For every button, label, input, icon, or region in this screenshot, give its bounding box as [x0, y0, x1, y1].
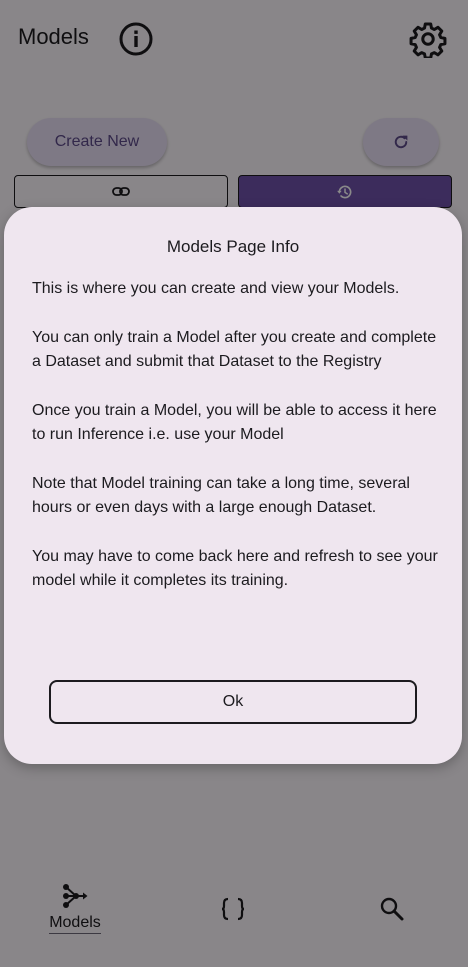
dialog-paragraph: You can only train a Model after you cre… — [32, 328, 437, 371]
dialog-title: Models Page Info — [166, 237, 300, 256]
dialog-paragraph: This is where you can create and view yo… — [32, 280, 400, 297]
info-dialog: Models Page Info This is where you can c… — [4, 207, 462, 764]
dialog-paragraph: Once you train a Model, you will be able… — [32, 401, 437, 444]
ok-button[interactable]: Ok — [49, 680, 417, 724]
dialog-paragraph: Note that Model training can take a long… — [32, 474, 410, 517]
dialog-body: This is where you can create and view yo… — [32, 277, 440, 618]
dialog-paragraph: You may have to come back here and refre… — [32, 547, 438, 590]
